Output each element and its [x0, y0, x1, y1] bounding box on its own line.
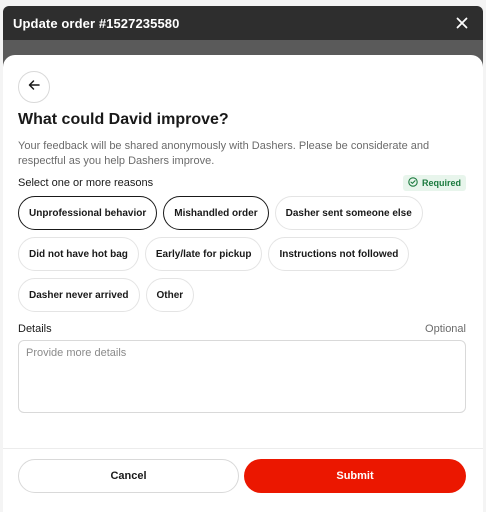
reasons-label: Select one or more reasons	[18, 177, 154, 189]
details-field[interactable]	[18, 340, 466, 413]
required-label: Required	[421, 178, 461, 188]
footer-divider	[3, 448, 483, 449]
close-icon[interactable]	[453, 14, 471, 32]
feedback-modal: What could David improve? Your feedback …	[3, 55, 483, 512]
reason-chip-instructions-not-followed[interactable]: Instructions not followed	[268, 237, 410, 271]
reason-chip-no-hot-bag[interactable]: Did not have hot bag	[18, 237, 139, 271]
submit-button[interactable]: Submit	[244, 459, 466, 493]
reason-chip-other[interactable]: Other	[145, 278, 195, 312]
window-title: Update order #1527235580	[13, 15, 180, 31]
reason-chip-dasher-never-arrived[interactable]: Dasher never arrived	[18, 278, 140, 312]
reason-chip-dasher-sent-someone-else[interactable]: Dasher sent someone else	[274, 196, 423, 230]
reason-chips: Unprofessional behavior Mishandled order…	[18, 196, 468, 312]
optional-label: Optional	[425, 323, 466, 335]
window-title-bar: Update order #1527235580	[3, 6, 483, 40]
feedback-description: Your feedback will be shared anonymously…	[18, 140, 430, 167]
reason-chip-early-late-pickup[interactable]: Early/late for pickup	[144, 237, 263, 271]
reason-chip-unprofessional-behavior[interactable]: Unprofessional behavior	[18, 196, 158, 230]
cancel-button[interactable]: Cancel	[18, 459, 239, 493]
details-label: Details	[18, 323, 52, 335]
reason-chip-mishandled-order[interactable]: Mishandled order	[163, 196, 269, 230]
required-badge: Required	[402, 175, 466, 191]
page-title: What could David improve?	[18, 111, 229, 128]
check-circle-icon	[408, 177, 418, 189]
back-button[interactable]	[18, 71, 50, 103]
back-arrow-icon	[28, 78, 40, 96]
